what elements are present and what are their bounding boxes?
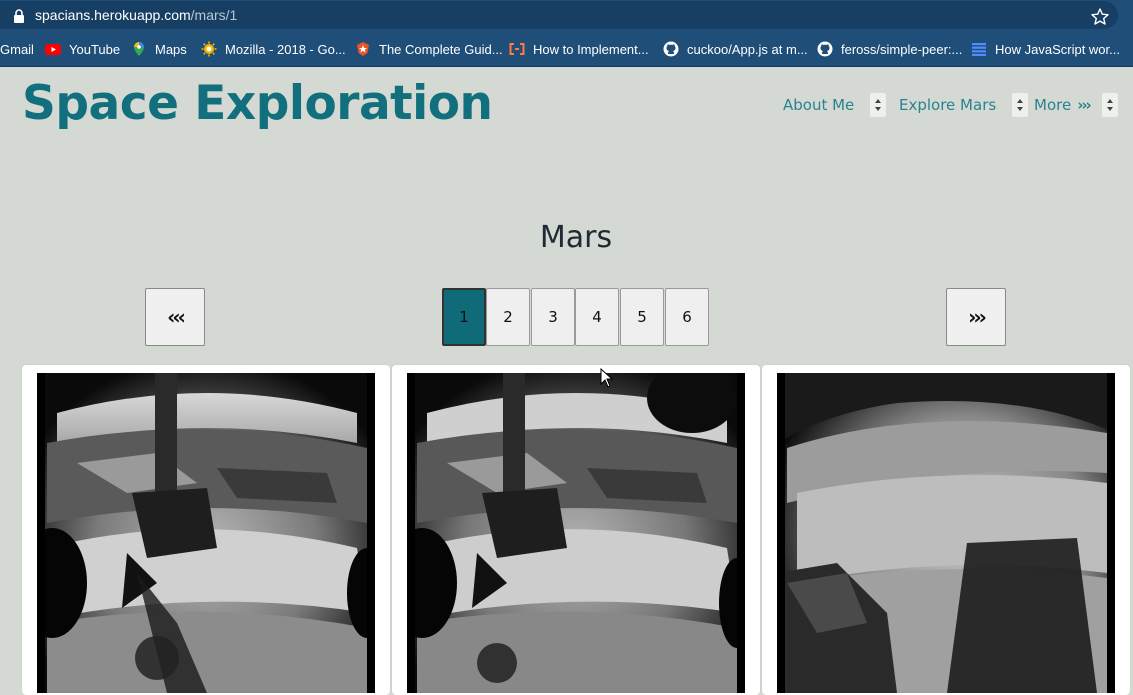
- nav-explore-mars[interactable]: Explore Mars: [899, 93, 1029, 117]
- mars-photo[interactable]: [407, 373, 745, 693]
- bookmark-cuckoo[interactable]: cuckoo/App.js at m...: [663, 40, 808, 58]
- section-title: Mars: [539, 220, 613, 255]
- maps-icon: [134, 42, 144, 56]
- site-title[interactable]: Space Exploration: [22, 76, 493, 131]
- page-5-button[interactable]: 5: [620, 288, 664, 346]
- mars-photo[interactable]: [37, 373, 375, 693]
- youtube-icon: [45, 44, 61, 55]
- doc-list-icon: [972, 43, 986, 56]
- bookmark-maps[interactable]: Maps: [131, 40, 187, 58]
- nav-about-label: About Me: [783, 96, 855, 114]
- page-3-button[interactable]: 3: [531, 288, 575, 346]
- bookmark-how-javascript-works[interactable]: How JavaScript wor...: [971, 40, 1120, 58]
- bookmark-mozilla[interactable]: Mozilla - 2018 - Go...: [201, 40, 346, 58]
- bookmark-label: feross/simple-peer:...: [841, 41, 963, 57]
- bookmark-label: The Complete Guid...: [379, 41, 503, 57]
- mouse-cursor-icon: [600, 368, 614, 388]
- nav-about-me[interactable]: About Me: [783, 93, 887, 117]
- prev-page-button[interactable]: ‹‹‹: [145, 288, 205, 346]
- page-1-button[interactable]: 1: [442, 288, 486, 346]
- bookmark-simple-peer[interactable]: feross/simple-peer:...: [817, 40, 962, 58]
- url-path: /mars/1: [190, 7, 238, 23]
- bookmarks-bar: Gmail YouTube Maps Mozilla - 2018 - Go..…: [0, 32, 1133, 67]
- nav-more[interactable]: More ›››: [1034, 93, 1118, 117]
- bookmark-label: Maps: [155, 41, 187, 57]
- bookmark-label: How JavaScript wor...: [995, 41, 1120, 57]
- url-text: spacians.herokuapp.com/mars/1: [35, 7, 237, 23]
- lock-icon: [14, 9, 24, 23]
- spinner-arrows-icon: [1017, 99, 1024, 111]
- nav-explore-label: Explore Mars: [899, 96, 997, 114]
- mars-rover-photo-image: [777, 373, 1115, 693]
- page-6-button[interactable]: 6: [665, 288, 709, 346]
- mozilla-icon: [201, 41, 217, 57]
- mars-rover-photo-image: [407, 373, 745, 693]
- explore-spinner[interactable]: [1012, 93, 1029, 117]
- auth0-icon: [357, 42, 369, 56]
- url-field[interactable]: spacians.herokuapp.com/mars/1: [0, 1, 1118, 29]
- bookmark-label: Mozilla - 2018 - Go...: [225, 41, 346, 57]
- bookmark-star-icon[interactable]: [1090, 7, 1110, 27]
- photo-card[interactable]: [392, 365, 760, 695]
- spinner-arrows-icon: [1106, 99, 1113, 111]
- github-icon: [817, 41, 833, 57]
- mars-photo[interactable]: [777, 373, 1115, 693]
- bookmark-how-to-implement[interactable]: How to Implement...: [509, 40, 649, 58]
- photo-card[interactable]: [22, 365, 390, 695]
- page-4-button[interactable]: 4: [575, 288, 619, 346]
- github-icon: [663, 41, 679, 57]
- address-bar: spacians.herokuapp.com/mars/1: [0, 0, 1133, 32]
- bookmark-label: YouTube: [69, 41, 121, 57]
- url-host: spacians.herokuapp.com: [35, 7, 191, 23]
- page-2-button[interactable]: 2: [486, 288, 530, 346]
- bookmark-label: cuckoo/App.js at m...: [687, 41, 808, 57]
- mars-rover-photo-image: [37, 373, 375, 693]
- bookmark-complete-guide[interactable]: The Complete Guid...: [355, 40, 503, 58]
- nav-more-label: More: [1034, 96, 1072, 114]
- code-bracket-icon: [509, 43, 525, 55]
- bookmark-label: Gmail: [0, 41, 34, 57]
- about-spinner[interactable]: [870, 93, 887, 117]
- bookmark-youtube[interactable]: YouTube: [45, 40, 120, 58]
- photo-card[interactable]: [762, 365, 1130, 695]
- bookmark-gmail[interactable]: Gmail: [0, 40, 34, 58]
- more-spinner[interactable]: [1101, 93, 1118, 117]
- spinner-arrows-icon: [875, 99, 882, 111]
- next-page-button[interactable]: ›››: [946, 288, 1006, 346]
- more-arrows-icon: ›››: [1077, 96, 1091, 114]
- bookmark-label: How to Implement...: [533, 41, 649, 57]
